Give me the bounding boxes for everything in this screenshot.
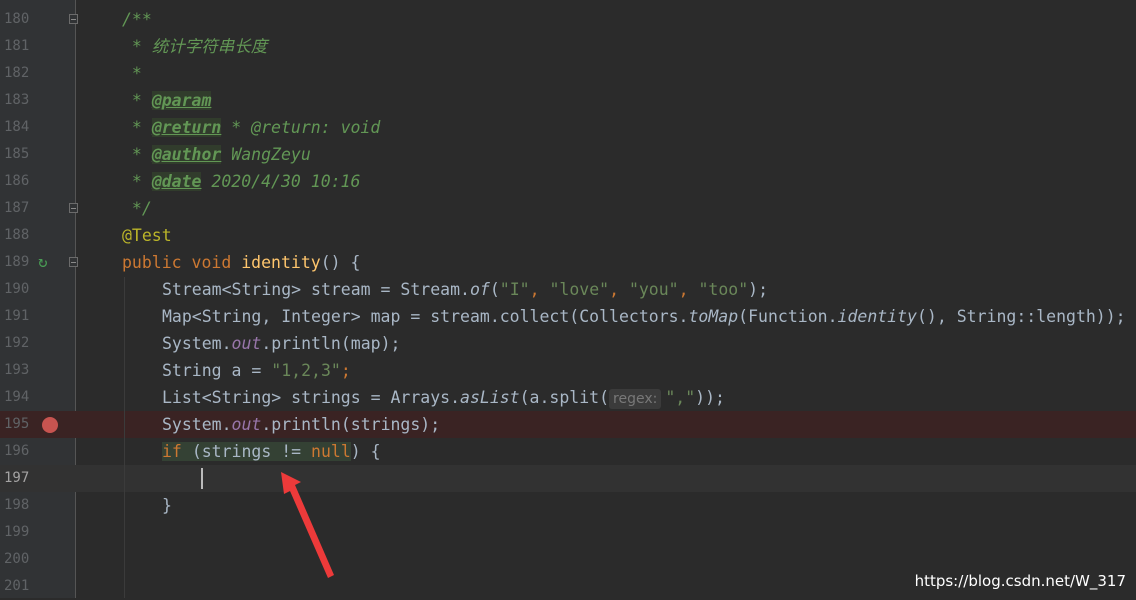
- code-text: */: [122, 199, 152, 218]
- code-line-current[interactable]: 197: [0, 465, 1136, 492]
- code-text: List<String> strings = Arrays.asList(a.s…: [162, 388, 725, 409]
- line-number: 188: [4, 227, 30, 243]
- code-line[interactable]: 196 if (strings != null) {: [0, 438, 1136, 465]
- code-line[interactable]: 184 * @return * @return: void: [0, 114, 1136, 141]
- text-caret: [201, 468, 203, 489]
- line-number: 197: [4, 470, 30, 486]
- line-number: 186: [4, 173, 30, 189]
- line-number: 199: [4, 524, 30, 540]
- line-number: 198: [4, 497, 30, 513]
- code-line[interactable]: 182 *: [0, 60, 1136, 87]
- code-text: /**: [122, 10, 152, 29]
- code-line[interactable]: 199: [0, 519, 1136, 546]
- code-line[interactable]: 198 }: [0, 492, 1136, 519]
- line-number: 185: [4, 146, 30, 162]
- code-text: System.out.println(strings);: [162, 415, 441, 434]
- line-number: 194: [4, 389, 30, 405]
- code-text: * @return * @return: void: [122, 118, 381, 137]
- code-line[interactable]: 194 List<String> strings = Arrays.asList…: [0, 384, 1136, 411]
- javadoc-tag: @date: [151, 172, 202, 191]
- code-text: * @author WangZeyu: [122, 145, 311, 164]
- line-number: 180: [4, 11, 30, 27]
- fold-icon[interactable]: [69, 203, 78, 213]
- code-text: System.out.println(map);: [162, 334, 401, 353]
- code-line-breakpoint[interactable]: 195 System.out.println(strings);: [0, 411, 1136, 438]
- line-number: 183: [4, 92, 30, 108]
- fold-icon[interactable]: [69, 257, 78, 267]
- code-line[interactable]: 191 Map<String, Integer> map = stream.co…: [0, 303, 1136, 330]
- line-number: 190: [4, 281, 30, 297]
- code-line[interactable]: 190 Stream<String> stream = Stream.of("I…: [0, 276, 1136, 303]
- code-line[interactable]: 180 /**: [0, 6, 1136, 33]
- watermark: https://blog.csdn.net/W_317: [914, 572, 1126, 590]
- run-test-icon[interactable]: ↻: [38, 253, 48, 271]
- indent-guide: [124, 277, 125, 598]
- code-text: *: [122, 64, 142, 83]
- line-number: 192: [4, 335, 30, 351]
- code-text: Stream<String> stream = Stream.of("I", "…: [162, 280, 769, 299]
- code-text: String a = "1,2,3";: [162, 361, 351, 380]
- code-line[interactable]: 181 * 统计字符串长度: [0, 33, 1136, 60]
- line-number: 182: [4, 65, 30, 81]
- code-line[interactable]: 192 System.out.println(map);: [0, 330, 1136, 357]
- code-line[interactable]: 189 ↻ public void identity() {: [0, 249, 1136, 276]
- code-line[interactable]: 187 */: [0, 195, 1136, 222]
- parameter-hint: regex:: [609, 389, 662, 409]
- code-line[interactable]: 183 * @param: [0, 87, 1136, 114]
- line-number: 184: [4, 119, 30, 135]
- breakpoint-icon[interactable]: [42, 417, 58, 433]
- javadoc-tag: @author: [151, 145, 222, 164]
- code-text: public void identity() {: [122, 253, 361, 272]
- code-line[interactable]: 186 * @date 2020/4/30 10:16: [0, 168, 1136, 195]
- code-text: @Test: [122, 222, 172, 249]
- code-line[interactable]: 193 String a = "1,2,3";: [0, 357, 1136, 384]
- code-text: if (strings != null) {: [162, 442, 381, 461]
- code-editor[interactable]: 180 /** 181 * 统计字符串长度 182 * 183 * @param…: [0, 0, 1136, 598]
- code-text: * @date 2020/4/30 10:16: [122, 172, 361, 191]
- javadoc-tag: @return: [151, 118, 222, 137]
- line-number: 193: [4, 362, 30, 378]
- javadoc-tag: @param: [151, 91, 212, 110]
- line-number: 200: [4, 551, 30, 567]
- line-number: 195: [4, 416, 30, 432]
- code-line[interactable]: 200: [0, 546, 1136, 573]
- line-number: 181: [4, 38, 30, 54]
- line-number: 191: [4, 308, 30, 324]
- code-text: * 统计字符串长度: [122, 37, 268, 56]
- line-number: 201: [4, 578, 30, 594]
- fold-icon[interactable]: [69, 14, 78, 24]
- code-line[interactable]: 185 * @author WangZeyu: [0, 141, 1136, 168]
- code-text: }: [162, 496, 172, 515]
- line-number: 189: [4, 254, 30, 270]
- line-number: 196: [4, 443, 30, 459]
- code-line[interactable]: 188 @Test: [0, 222, 1136, 249]
- line-number: 187: [4, 200, 30, 216]
- code-text: * @param: [122, 91, 212, 110]
- annotation: @Test: [122, 226, 172, 245]
- code-text: Map<String, Integer> map = stream.collec…: [162, 307, 1126, 326]
